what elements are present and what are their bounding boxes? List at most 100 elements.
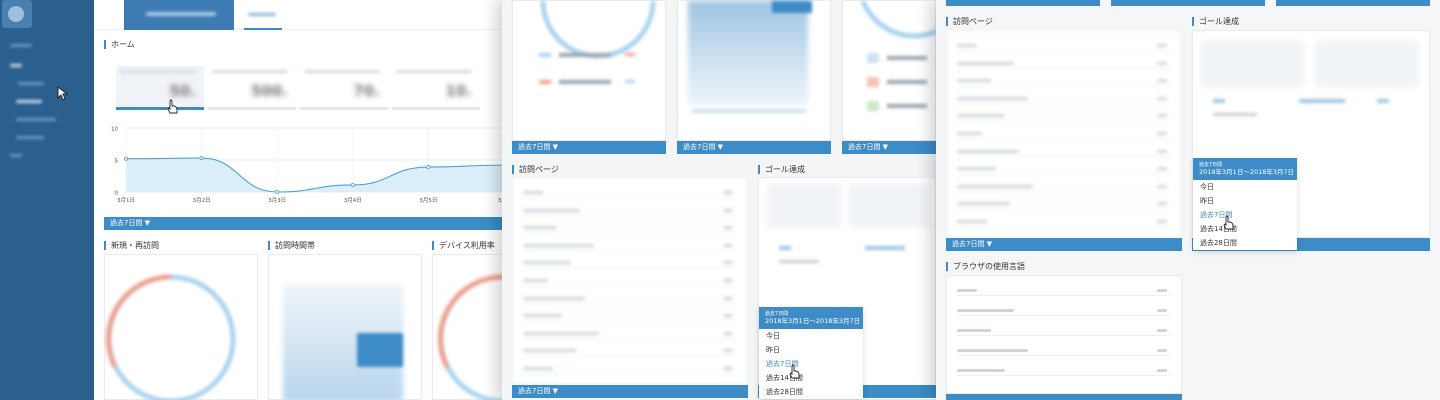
x-tick-label: 3月2日	[193, 197, 211, 204]
account-header[interactable]	[124, 0, 234, 30]
dashboard-window-middle: 過去7日間 ▼ 過去7日間 ▼ 過去7日間 ▼ 訪問ページ ゴール達成 過去7日…	[502, 0, 937, 400]
range-selector-home[interactable]: 過去7日間 ▼	[104, 217, 520, 230]
range-selector-lang[interactable]	[946, 394, 1182, 400]
heatmap-card-top	[677, 0, 831, 141]
new-return-card	[104, 254, 258, 400]
x-tick-label: 3月1日	[117, 197, 135, 204]
table-row	[523, 225, 737, 234]
visited-pages-table	[512, 177, 748, 385]
y-tick-label: 5	[115, 159, 119, 165]
option-yesterday[interactable]: 昨日	[1193, 194, 1297, 208]
kpi-value: 70.	[353, 82, 380, 100]
range-selector-top-2[interactable]	[1111, 0, 1265, 6]
range-selector-pages[interactable]: 過去7日間 ▼	[946, 238, 1182, 251]
hand-cursor-icon	[167, 99, 178, 114]
tooltip	[357, 333, 403, 367]
data-point[interactable]	[199, 156, 204, 161]
dropdown-date-range: 2018年3月1日〜2018年3月7日	[1199, 168, 1295, 176]
sidebar-subitem-2[interactable]	[16, 100, 42, 103]
table-row	[957, 113, 1171, 122]
table-row	[957, 308, 1171, 316]
table-row	[957, 201, 1171, 210]
sidebar	[0, 0, 94, 400]
sidebar-subitem-4[interactable]	[16, 136, 44, 139]
option-last-7-days[interactable]: 過去7日間	[1193, 208, 1297, 222]
option-today[interactable]: 今日	[1193, 180, 1297, 194]
range-selector-4[interactable]: 過去7日間 ▼	[512, 385, 748, 398]
option-today[interactable]: 今日	[759, 329, 863, 343]
option-last-14-days[interactable]: 過去14日間	[759, 371, 863, 385]
range-selector-2[interactable]: 過去7日間 ▼	[677, 141, 831, 154]
x-tick-label: 3月4日	[344, 197, 362, 204]
x-tick-label: 3月3日	[268, 197, 286, 204]
table-row	[523, 208, 737, 216]
table-row	[523, 366, 737, 374]
table-row	[957, 78, 1171, 87]
dashboard-window-front: 訪問ページ ゴール達成 過去7日間 ▼ 過去7日間 2018年3月1日〜2018…	[936, 0, 1440, 400]
option-last-7-days[interactable]: 過去7日間	[759, 357, 863, 371]
device-card-top	[512, 0, 666, 141]
goal-title: ゴール達成	[758, 165, 805, 174]
table-row	[523, 260, 737, 269]
table-row	[957, 43, 1171, 51]
device-usage-card-top	[842, 0, 937, 141]
sidebar-item-1[interactable]	[10, 64, 22, 67]
kpi-value: 50.	[169, 82, 196, 100]
table-row	[523, 243, 737, 251]
table-row	[957, 368, 1171, 376]
sidebar-item-home[interactable]	[10, 44, 32, 47]
y-tick-label: 0	[115, 191, 119, 197]
kpi-card-1[interactable]: 50.	[116, 66, 204, 114]
table-row	[957, 166, 1171, 175]
range-selector-top-1[interactable]	[946, 0, 1100, 6]
range-selector-top-3[interactable]	[1276, 0, 1430, 6]
option-last-14-days[interactable]: 過去14日間	[1193, 222, 1297, 236]
range-selector-1[interactable]: 過去7日間 ▼	[512, 141, 666, 154]
table-row	[523, 331, 737, 339]
table-row	[523, 278, 737, 286]
sidebar-subitem-3[interactable]	[16, 118, 56, 121]
kpi-card-4[interactable]: 10.	[392, 66, 480, 110]
top-bar	[94, 0, 520, 30]
donut-chart	[105, 274, 236, 400]
table-row	[957, 149, 1171, 157]
table-row	[957, 348, 1171, 356]
browser-language-table	[946, 275, 1182, 394]
sidebar-subitem-1[interactable]	[18, 82, 44, 85]
date-range-dropdown[interactable]: 過去7日間 2018年3月1日〜2018年3月7日 今日 昨日 過去7日間 過去…	[1193, 158, 1297, 250]
visited-pages-title: 訪問ページ	[946, 17, 993, 26]
new-return-title: 新規・再訪問	[104, 241, 159, 250]
option-yesterday[interactable]: 昨日	[759, 343, 863, 357]
tab-dashboard[interactable]	[244, 0, 282, 30]
data-point[interactable]	[426, 165, 431, 170]
option-last-28-days[interactable]: 過去28日間	[759, 385, 863, 399]
date-range-dropdown[interactable]: 過去7日間 2018年3月1日〜2018年3月7日 今日 昨日 過去7日間 過去…	[759, 307, 863, 399]
visited-pages-table	[946, 30, 1182, 238]
kpi-card-3[interactable]: 70.	[300, 66, 388, 110]
table-row	[523, 313, 737, 322]
dropdown-header: 過去7日間 2018年3月1日〜2018年3月7日	[1193, 158, 1297, 180]
browser-language-title: ブラウザの使用言語	[946, 262, 1025, 271]
donut-chart	[539, 1, 656, 84]
sidebar-item-2[interactable]	[10, 154, 22, 157]
data-point[interactable]	[275, 190, 280, 195]
kpi-card-2[interactable]: 500.	[208, 66, 296, 110]
kpi-value: 500.	[250, 82, 288, 100]
option-last-28-days[interactable]: 過去28日間	[1193, 236, 1297, 250]
donut-chart	[860, 1, 937, 111]
hand-cursor-icon	[789, 364, 800, 379]
table-row	[523, 296, 737, 304]
pointer-cursor-icon	[57, 86, 69, 101]
visit-time-card	[268, 254, 422, 400]
data-point[interactable]	[350, 182, 355, 187]
dashboard-window-home: ホーム 50. 500. 70. 10. 10 5 0 3月1日 3月2日 3月3日 3月4…	[0, 0, 521, 400]
visits-line-chart: 10503月1日3月2日3月3日3月4日3月5日3月6	[111, 127, 520, 204]
data-point[interactable]	[123, 156, 128, 161]
dropdown-date-range: 2018年3月1日〜2018年3月7日	[765, 317, 861, 325]
table-row	[957, 219, 1171, 227]
table-row	[957, 184, 1171, 192]
x-tick-label: 3月5日	[419, 197, 437, 204]
kpi-value: 10.	[445, 82, 472, 100]
range-selector-3[interactable]: 過去7日間 ▼	[842, 141, 936, 154]
dropdown-header: 過去7日間 2018年3月1日〜2018年3月7日	[759, 307, 863, 329]
